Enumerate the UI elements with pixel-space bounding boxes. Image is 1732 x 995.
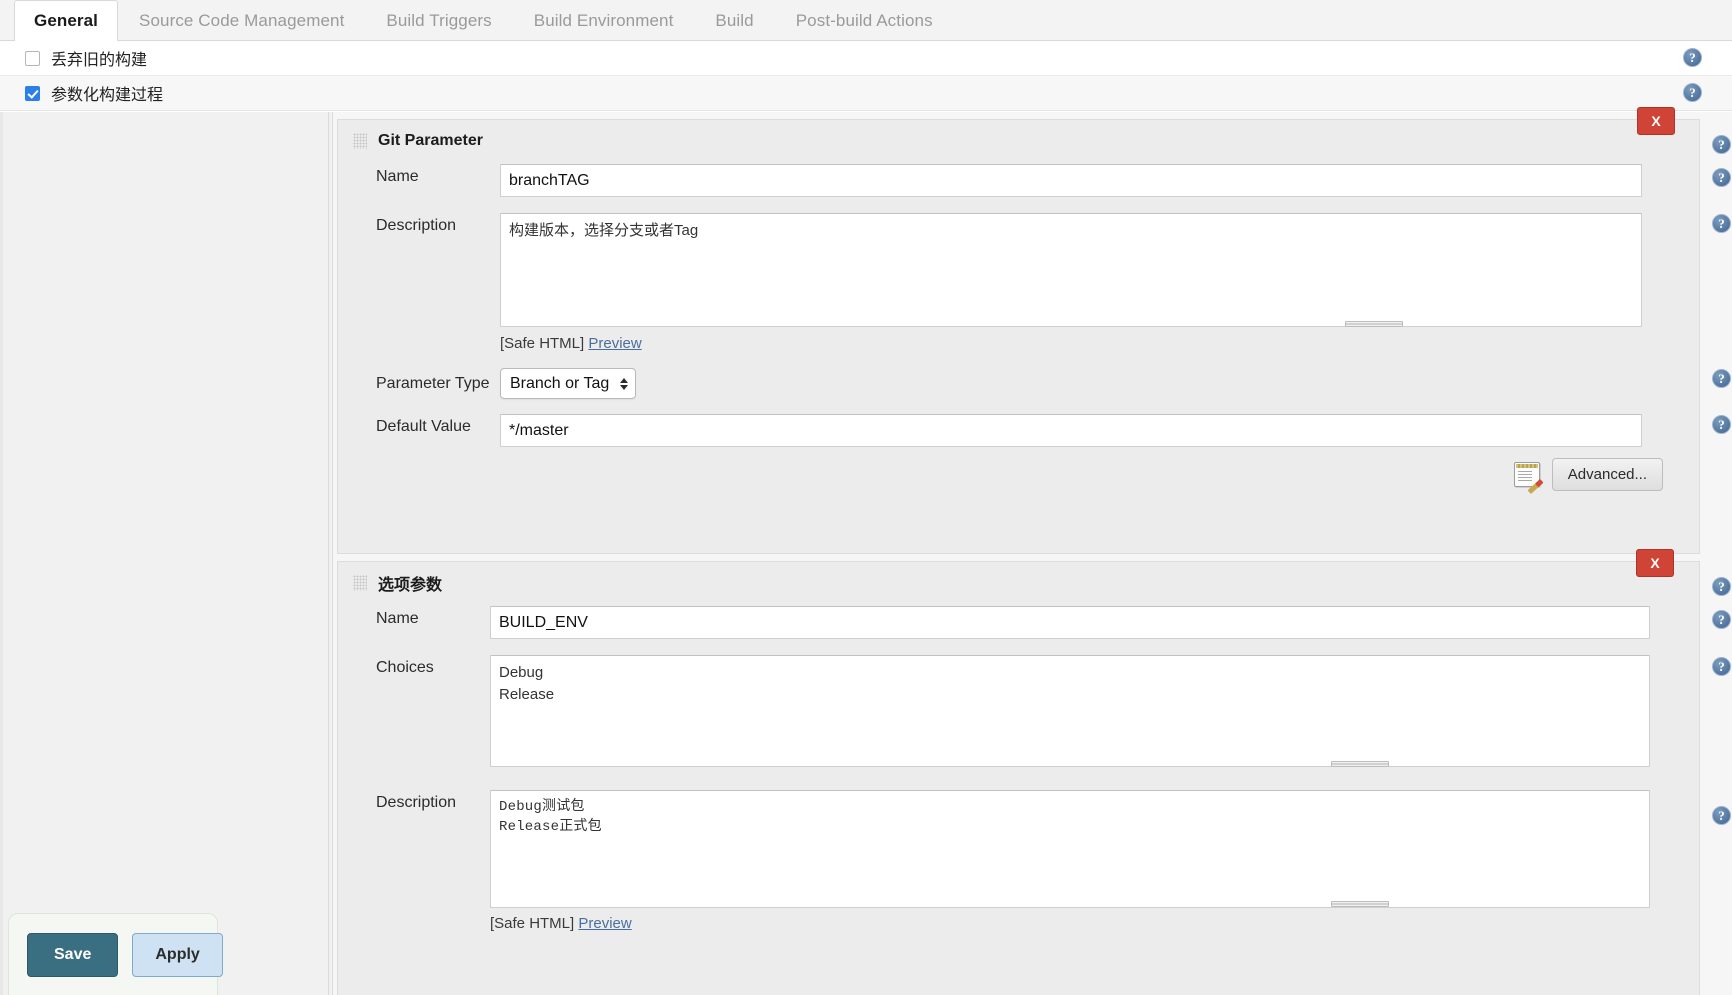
choice-description-resize-grip[interactable] [1331, 901, 1389, 907]
config-main-area: Git Parameter X Name Description 构建版本，选择… [0, 107, 1732, 995]
git-description-resize-grip[interactable] [1345, 321, 1403, 327]
git-parameter-type-label: Parameter Type [376, 374, 490, 392]
tab-build[interactable]: Build [694, 0, 774, 41]
parameters-column: Git Parameter X Name Description 构建版本，选择… [332, 107, 1732, 995]
apply-button[interactable]: Apply [132, 933, 223, 977]
config-tabbar: General Source Code Management Build Tri… [0, 0, 1732, 42]
choice-parameter-choices-row: Choices Debug Release [376, 655, 1650, 767]
help-icon-parameterized-build[interactable]: ? [1683, 83, 1702, 102]
discard-old-builds-checkbox[interactable] [25, 50, 40, 66]
help-icon-choice-description[interactable]: ? [1712, 806, 1731, 825]
choice-parameter-safe-html-label: [Safe HTML] [490, 915, 575, 932]
save-apply-bar: Save Apply [8, 913, 223, 995]
choice-parameter-description-row: Description Debug测试包 Release正式包 [376, 790, 1650, 908]
jenkins-job-config-page: General Source Code Management Build Tri… [0, 0, 1732, 995]
choice-parameter-description-label: Description [376, 794, 457, 811]
git-parameter-name-input[interactable] [500, 164, 1642, 197]
tab-source-code-management[interactable]: Source Code Management [118, 0, 365, 41]
help-icon-git-default-value[interactable]: ? [1712, 415, 1731, 434]
help-icon-git-name[interactable]: ? [1712, 168, 1731, 187]
git-parameter-default-value-row: Default Value [376, 414, 1642, 447]
save-button[interactable]: Save [27, 933, 119, 977]
help-icon-discard-old-builds[interactable]: ? [1683, 48, 1702, 67]
git-parameter-type-select[interactable]: Branch or Tag [500, 368, 637, 399]
tab-general[interactable]: General [14, 0, 119, 42]
choice-parameter-choices-textarea[interactable]: Debug Release [490, 655, 1650, 767]
tab-post-build-actions[interactable]: Post-build Actions [775, 0, 954, 41]
choice-parameter-header: 选项参数 [338, 562, 1699, 604]
drag-handle-icon[interactable] [353, 133, 367, 149]
git-parameter-safe-html-row: [Safe HTML] Preview [500, 335, 642, 352]
help-icon-git-parameter[interactable]: ? [1712, 135, 1731, 154]
parameterized-build-row[interactable]: 参数化构建过程 [0, 76, 1732, 111]
tab-build-triggers[interactable]: Build Triggers [365, 0, 512, 41]
choice-parameter-name-label: Name [376, 610, 419, 627]
git-parameter-preview-link[interactable]: Preview [588, 335, 641, 352]
git-parameter-default-value-label: Default Value [376, 418, 471, 435]
git-parameter-advanced-button[interactable]: Advanced... [1551, 458, 1663, 491]
choices-resize-grip[interactable] [1331, 761, 1389, 767]
git-parameter-type-value: Branch or Tag [510, 374, 610, 392]
left-spacer-column [0, 112, 329, 995]
git-parameter-description-textarea[interactable]: 构建版本，选择分支或者Tag [500, 213, 1642, 327]
tab-build-environment[interactable]: Build Environment [513, 0, 695, 41]
help-icon-choice-choices[interactable]: ? [1712, 657, 1731, 676]
parameterized-build-label: 参数化构建过程 [51, 87, 164, 104]
help-icon-git-description[interactable]: ? [1712, 214, 1731, 233]
help-icon-choice-name[interactable]: ? [1712, 610, 1731, 629]
help-icon-choice-parameter[interactable]: ? [1712, 577, 1731, 596]
git-parameter-header: Git Parameter [338, 120, 1699, 162]
choice-parameter-delete-button[interactable]: X [1636, 549, 1674, 577]
discard-old-builds-label: 丢弃旧的构建 [51, 52, 148, 69]
select-stepper-arrows-icon [620, 377, 629, 390]
choice-parameter-name-row: Name [376, 606, 1650, 639]
git-parameter-title: Git Parameter [378, 132, 483, 149]
git-parameter-default-value-input[interactable] [500, 414, 1642, 447]
choice-parameter-title: 选项参数 [378, 577, 443, 594]
discard-old-builds-row[interactable]: 丢弃旧的构建 [0, 41, 1732, 76]
choice-parameter-description-textarea[interactable]: Debug测试包 Release正式包 [490, 790, 1650, 908]
note-pencil-icon [1513, 462, 1544, 495]
git-parameter-description-label: Description [376, 217, 457, 234]
git-parameter-safe-html-label: [Safe HTML] [500, 335, 585, 352]
git-parameter-advanced-row: Advanced... [1513, 458, 1663, 495]
help-icon-git-parameter-type[interactable]: ? [1712, 369, 1731, 388]
git-parameter-block: Git Parameter X Name Description 构建版本，选择… [337, 107, 1700, 554]
choice-parameter-block: 选项参数 X Name Choices Debug Release Descri… [337, 549, 1700, 995]
git-parameter-delete-button[interactable]: X [1637, 107, 1675, 135]
choice-parameter-name-input[interactable] [490, 606, 1650, 639]
choice-parameter-choices-label: Choices [376, 659, 434, 676]
git-parameter-type-row: Parameter Type Branch or Tag [376, 368, 637, 399]
parameterized-build-checkbox[interactable] [25, 85, 40, 101]
git-parameter-name-row: Name [376, 164, 1642, 197]
config-tabs: General Source Code Management Build Tri… [0, 0, 1732, 42]
git-parameter-name-label: Name [376, 168, 419, 185]
drag-handle-icon[interactable] [353, 575, 367, 591]
choice-parameter-preview-link[interactable]: Preview [578, 915, 631, 932]
git-parameter-description-row: Description 构建版本，选择分支或者Tag [376, 213, 1642, 327]
choice-parameter-safe-html-row: [Safe HTML] Preview [490, 915, 632, 932]
